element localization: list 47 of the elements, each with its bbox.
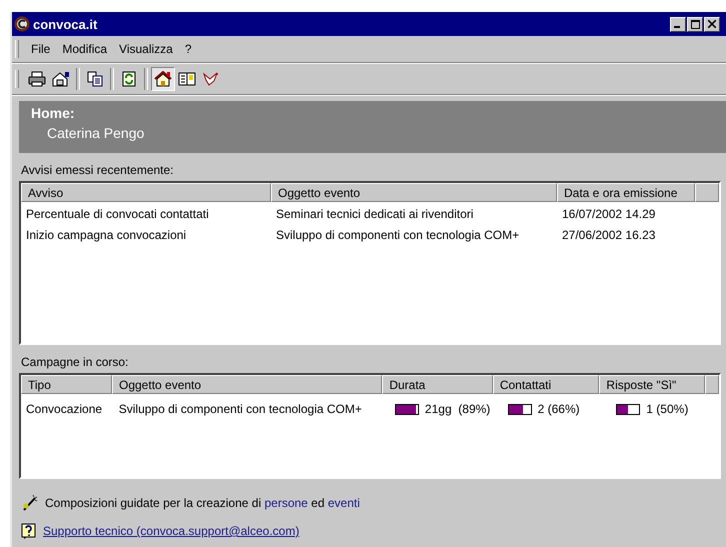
refresh-icon	[121, 70, 137, 86]
home-button[interactable]	[151, 66, 175, 90]
home-icon	[154, 70, 172, 86]
column-header[interactable]: Contattati	[492, 375, 600, 394]
column-header[interactable]: Avviso	[21, 183, 271, 202]
support-link[interactable]: Supporto tecnico (convoca.support@alceo.com)	[43, 524, 300, 538]
user-name: Caterina Pengo	[46, 125, 146, 141]
menu-item[interactable]: Modifica	[56, 42, 114, 56]
table-cell: Sviluppo di componenti con tecnologia COM+	[118, 402, 362, 416]
table-cell: Seminari tecnici dedicati ai rivenditori	[276, 207, 474, 221]
logo-icon	[14, 16, 30, 32]
column-header[interactable]: Durata	[382, 375, 493, 394]
house-document-icon	[52, 70, 70, 86]
close-icon	[708, 20, 716, 28]
header-title: Home:	[31, 105, 76, 121]
table-cell: 21gg (89%)	[424, 402, 490, 416]
table-cell: Inizio campagna convocazioni	[26, 228, 186, 242]
magic-wand-icon	[21, 494, 39, 512]
menu-item[interactable]: File	[25, 42, 56, 56]
window-title: convoca.it	[33, 16, 98, 32]
menu-item[interactable]: ?	[178, 42, 198, 56]
column-header[interactable]: Oggetto evento	[271, 183, 557, 202]
table-cell: 27/06/2002 16.23	[562, 228, 656, 242]
table-cell: Sviluppo di componenti con tecnologia COM+	[276, 228, 520, 242]
minimize-button[interactable]	[670, 16, 686, 32]
wizard-text: Composizioni guidate per la creazione di persone ed eventi	[45, 496, 360, 510]
printer-icon	[28, 70, 46, 86]
table-cell: Convocazione	[26, 402, 102, 416]
column-header[interactable]: Risposte "Sì"	[599, 375, 706, 394]
table-cell: 16/07/2002 14.29	[562, 207, 656, 221]
copy-icon	[86, 70, 104, 86]
maximize-button[interactable]	[687, 16, 703, 32]
section-label: Campagne in corso:	[21, 355, 130, 369]
table-cell: Percentuale di convocati contattati	[26, 207, 209, 221]
column-header[interactable]: Data e ora emissione	[557, 183, 695, 202]
link[interactable]: eventi	[328, 496, 360, 510]
link[interactable]: persone	[264, 496, 308, 510]
book-icon	[178, 70, 196, 86]
table-cell: 2 (66%)	[538, 402, 580, 416]
table-cell: 1 (50%)	[646, 402, 688, 416]
close-button[interactable]	[704, 16, 720, 32]
maximize-icon	[690, 20, 700, 28]
section-label: Avvisi emessi recentemente:	[21, 163, 175, 177]
help-icon	[21, 522, 37, 540]
column-header[interactable]: Oggetto evento	[112, 375, 382, 394]
column-header[interactable]: Tipo	[21, 375, 112, 394]
menu-item[interactable]: Visualizza	[113, 42, 179, 56]
